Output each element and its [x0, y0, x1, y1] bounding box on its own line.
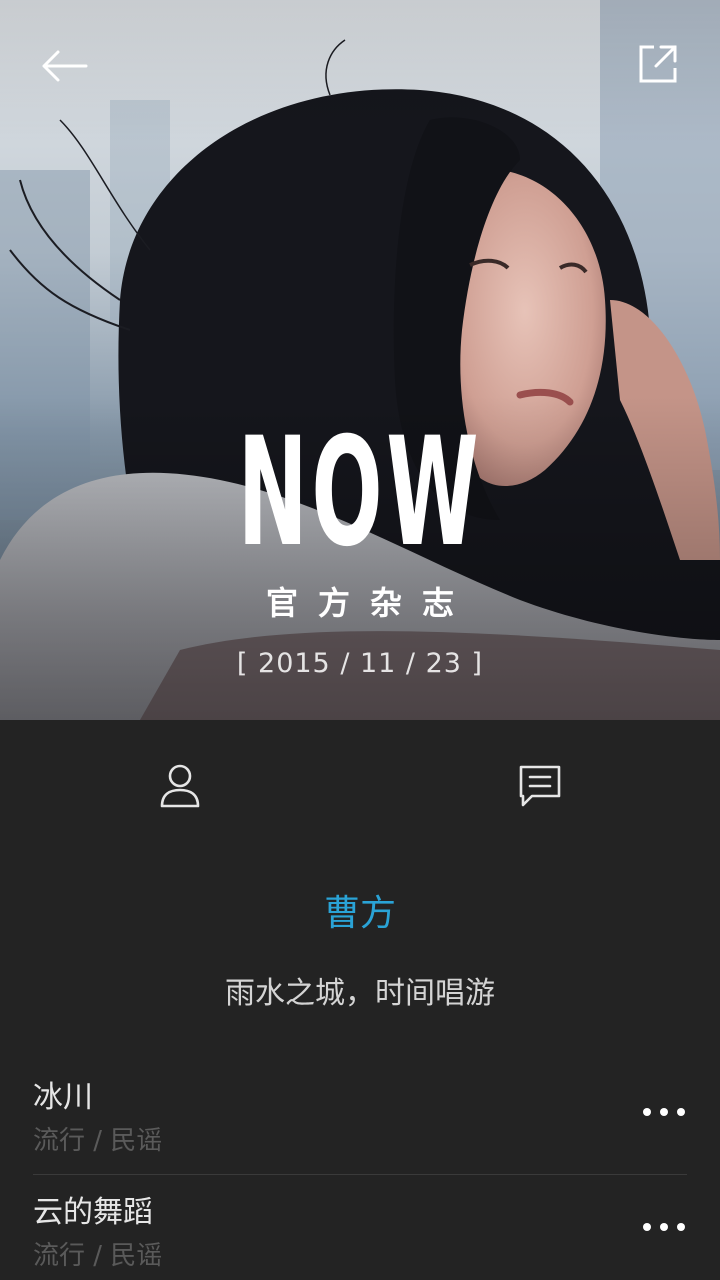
- artist-name[interactable]: 曹方: [0, 884, 720, 936]
- hero-cover: NOW 官方杂志 [ 2015 / 11 / 23 ]: [0, 0, 720, 720]
- magazine-subtitle: 官方杂志: [265, 584, 474, 622]
- comment-icon: [519, 765, 561, 807]
- list-item[interactable]: 冰川 流行 / 民谣: [0, 1060, 720, 1175]
- song-genre: 流行 / 民谣: [33, 1126, 163, 1156]
- issue-date: [ 2015 / 11 / 23 ]: [236, 648, 484, 679]
- share-button[interactable]: [628, 36, 688, 92]
- song-title: 冰川: [33, 1080, 93, 1115]
- song-more-button[interactable]: [634, 1090, 694, 1134]
- list-item[interactable]: 云的舞蹈 流行 / 民谣: [0, 1175, 720, 1280]
- album-tagline: 雨水之城，时间唱游: [225, 976, 495, 1011]
- song-genre: 流行 / 民谣: [33, 1241, 163, 1271]
- person-icon: [160, 764, 200, 808]
- song-list: 冰川 流行 / 民谣 云的舞蹈 流行 / 民谣: [0, 1060, 720, 1280]
- song-title: 云的舞蹈: [33, 1195, 153, 1230]
- magazine-page: NOW 官方杂志 [ 2015 / 11 / 23 ] 曹方 雨水之城，时间唱游…: [0, 0, 720, 1280]
- comment-button[interactable]: [510, 756, 570, 816]
- artist-profile-button[interactable]: [150, 756, 210, 816]
- song-more-button[interactable]: [634, 1205, 694, 1249]
- magazine-title: NOW: [237, 406, 483, 580]
- share-external-icon: [639, 45, 677, 83]
- more-dots-icon: [643, 1108, 685, 1116]
- more-dots-icon: [643, 1223, 685, 1231]
- arrow-left-icon: [42, 50, 88, 82]
- back-button[interactable]: [34, 40, 94, 92]
